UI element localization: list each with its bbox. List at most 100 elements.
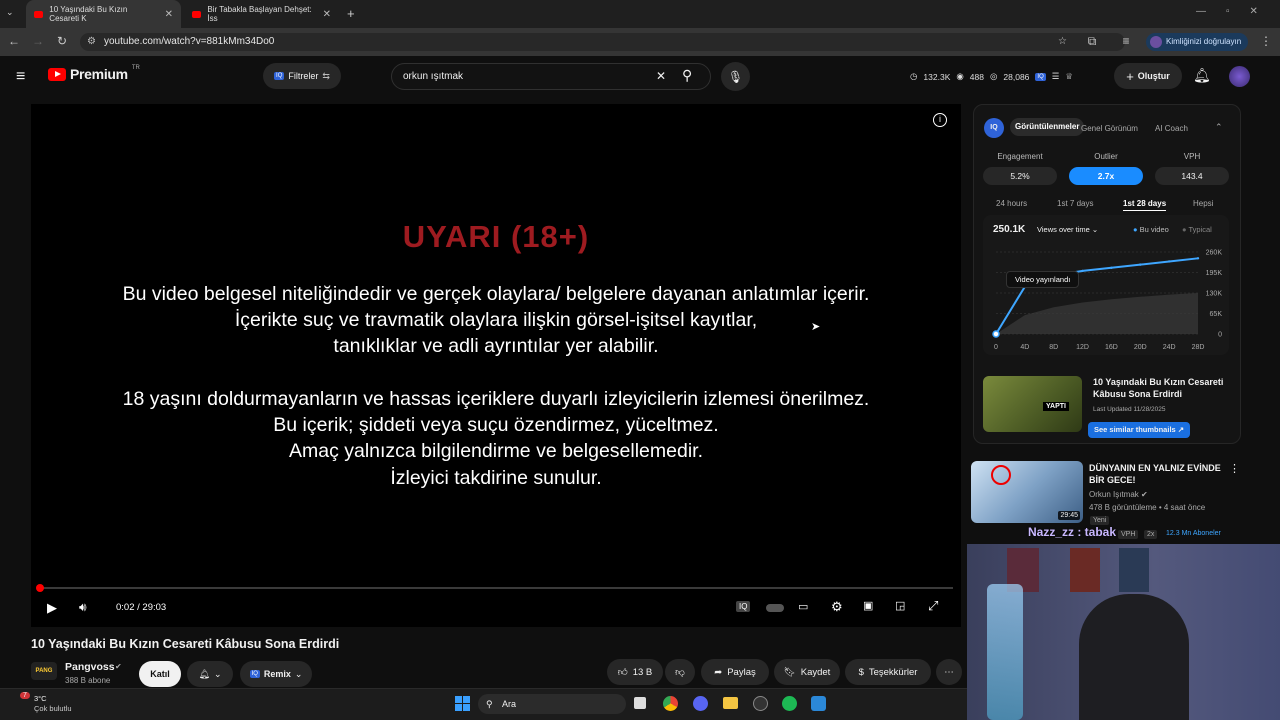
similar-thumbnail[interactable]: YAPTI (983, 376, 1082, 432)
eye-icon: ◉ (956, 71, 964, 81)
bookmark-star-icon[interactable]: ☆ (1058, 33, 1067, 51)
play-icon[interactable]: ▶ (47, 600, 57, 616)
tab-active[interactable]: 10 Yaşındaki Bu Kızın Cesareti K ✕ (26, 0, 181, 28)
back-icon[interactable]: ← (6, 34, 22, 48)
clear-search-icon[interactable]: ✕ (656, 64, 666, 89)
youtube-logo[interactable]: Premium TR (48, 65, 140, 82)
task-view-icon[interactable] (634, 697, 646, 709)
tab-inactive[interactable]: Bir Tabakla Başlayan Dehşet: İss ✕ (184, 0, 339, 28)
metric-label: Outlier (1094, 152, 1118, 161)
spotify-icon[interactable] (782, 696, 797, 711)
photos-icon[interactable] (811, 696, 826, 711)
y-tick-label: 65K (1210, 311, 1223, 318)
create-button[interactable]: + Oluştur (1114, 63, 1182, 89)
discord-icon[interactable] (693, 696, 708, 711)
video-player[interactable] (31, 104, 961, 627)
window-controls[interactable]: —▫✕ (1196, 6, 1278, 17)
verified-icon: ✔ (115, 662, 122, 671)
app-icon[interactable] (753, 696, 768, 711)
channel-name[interactable]: Pangvoss (65, 661, 115, 673)
recommendation-thumbnail[interactable]: 29:45 (971, 461, 1083, 523)
subscriber-count: 388 B abone (65, 676, 111, 685)
miniplayer-icon[interactable]: ▣ (863, 599, 873, 612)
forward-icon[interactable]: → (30, 34, 46, 48)
tab-list-icon[interactable]: ⌄ (6, 7, 14, 18)
range-24h[interactable]: 24 hours (996, 199, 1027, 208)
recommendation-title: DÜNYANIN EN YALNIZ EVİNDE BİR GECE! (1089, 463, 1221, 485)
range-28d[interactable]: 1st 28 days (1123, 199, 1167, 211)
search-input[interactable]: orkun ışıtmak ✕ (391, 63, 711, 90)
folder-icon[interactable] (723, 697, 738, 709)
share-button[interactable]: ➦ Paylaş (701, 659, 769, 685)
time-display: 0:02 / 29:03 (116, 602, 167, 613)
warning-line: Bu içerik; şiddeti veya suçu özendirmez,… (273, 414, 719, 436)
subscription-bell-button[interactable]: 🔔︎ ⌄ (187, 661, 233, 687)
site-info-icon[interactable]: ⚙ (87, 33, 96, 51)
extensions-icon[interactable]: ⧉ (1084, 34, 1100, 49)
chevron-down-icon: ⌄ (213, 668, 222, 679)
reload-icon[interactable]: ↻ (54, 34, 70, 48)
bell-icon: 🔔︎ (198, 668, 210, 679)
settings-gear-icon[interactable]: ⚙ (831, 599, 843, 615)
search-icon[interactable]: ⚲ (682, 67, 692, 84)
close-icon[interactable]: ✕ (323, 9, 331, 20)
remix-button[interactable]: IQ Remix ⌄ (240, 661, 312, 687)
see-similar-button[interactable]: See similar thumbnails ↗ (1088, 422, 1191, 438)
range-all[interactable]: Hepsi (1193, 199, 1213, 208)
windows-start-icon[interactable] (455, 696, 470, 711)
weather-widget[interactable]: 7 3°C Çok bulutlu (12, 692, 92, 716)
metric-outlier[interactable]: 2.7x (1069, 167, 1143, 185)
voice-search-icon[interactable]: 🎙 (721, 62, 750, 91)
thanks-icon: $ (858, 666, 864, 678)
cast-icon[interactable]: ◲ (895, 599, 905, 612)
join-button[interactable]: Katıl (139, 661, 181, 687)
media-icon[interactable]: ≡ (1118, 34, 1134, 48)
range-7d[interactable]: 1st 7 days (1057, 199, 1093, 208)
fullscreen-icon[interactable]: ⤢ (928, 598, 938, 614)
hamburger-menu-icon[interactable]: ≡ (16, 68, 25, 86)
chart-mode-dropdown[interactable]: Views over time ⌄ (1037, 225, 1098, 234)
more-options-icon[interactable]: ⋮ (1229, 462, 1240, 475)
data-point (1110, 266, 1113, 269)
progress-bar[interactable] (36, 584, 953, 592)
subtitles-icon[interactable]: ▭ (798, 600, 808, 613)
metric-engagement[interactable]: 5.2% (983, 167, 1057, 185)
weather-condition: Çok bulutlu (34, 704, 72, 713)
save-button[interactable]: 🔖︎ Kaydet (774, 659, 840, 685)
bookmark-icon: 🔖︎ (783, 666, 796, 678)
url-text: youtube.com/watch?v=881kMm34Do0 (104, 36, 275, 47)
brand-name: Premium (70, 66, 128, 82)
warning-line: 18 yaşını doldurmayanların ve hassas içe… (122, 388, 870, 410)
notifications-bell-icon[interactable]: 🔔︎ (1193, 67, 1211, 84)
vidiq-player-icon[interactable]: IQ (736, 601, 751, 612)
like-button[interactable]: 👍︎ 13 B (607, 659, 663, 685)
tab-views[interactable]: Görüntülenmeler (1010, 118, 1085, 136)
y-tick-label: 0 (1218, 332, 1222, 339)
volume-icon[interactable]: 🔊︎ (79, 600, 87, 615)
metric-vph[interactable]: 143.4 (1155, 167, 1229, 185)
scrubber-handle[interactable] (36, 584, 44, 592)
collapse-chevron-icon[interactable]: ⌃ (1215, 122, 1223, 133)
tab-ai-coach[interactable]: AI Coach (1155, 124, 1188, 133)
new-tab-icon[interactable]: + (347, 6, 355, 21)
url-bar[interactable]: ⚙ youtube.com/watch?v=881kMm34Do0 ☆ (80, 33, 1125, 51)
thanks-button[interactable]: $ Teşekkürler (845, 659, 931, 685)
autoplay-toggle[interactable] (766, 604, 784, 612)
trophy-icon[interactable]: ♕ (1065, 71, 1073, 82)
x-tick-label: 28D (1192, 344, 1205, 351)
browser-menu-icon[interactable]: ⋮ (1258, 34, 1274, 48)
close-icon[interactable]: ✕ (165, 9, 173, 20)
filters-button[interactable]: IQ Filtreler ⇆ (263, 63, 341, 89)
more-actions-button[interactable]: ⋯ (936, 659, 962, 685)
verify-identity-button[interactable]: Kimliğinizi doğrulayın (1146, 33, 1248, 51)
channel-avatar[interactable]: PANG (31, 662, 57, 680)
dislike-button[interactable]: 👎︎ (665, 659, 695, 685)
taskbar-search[interactable]: ⚲ Ara (478, 694, 626, 714)
chrome-icon[interactable] (663, 696, 678, 711)
avatar[interactable] (1229, 66, 1250, 87)
list-icon[interactable]: ☰ (1052, 71, 1060, 82)
tab-overview[interactable]: Genel Görünüm (1081, 124, 1138, 133)
info-icon[interactable]: i (933, 113, 947, 127)
vidiq-icon[interactable]: IQ (1035, 72, 1046, 81)
views-chart: 260K 195K 130K 65K 0 0 4D 8D 12D 16D 20D 24D 28D (992, 250, 1223, 351)
